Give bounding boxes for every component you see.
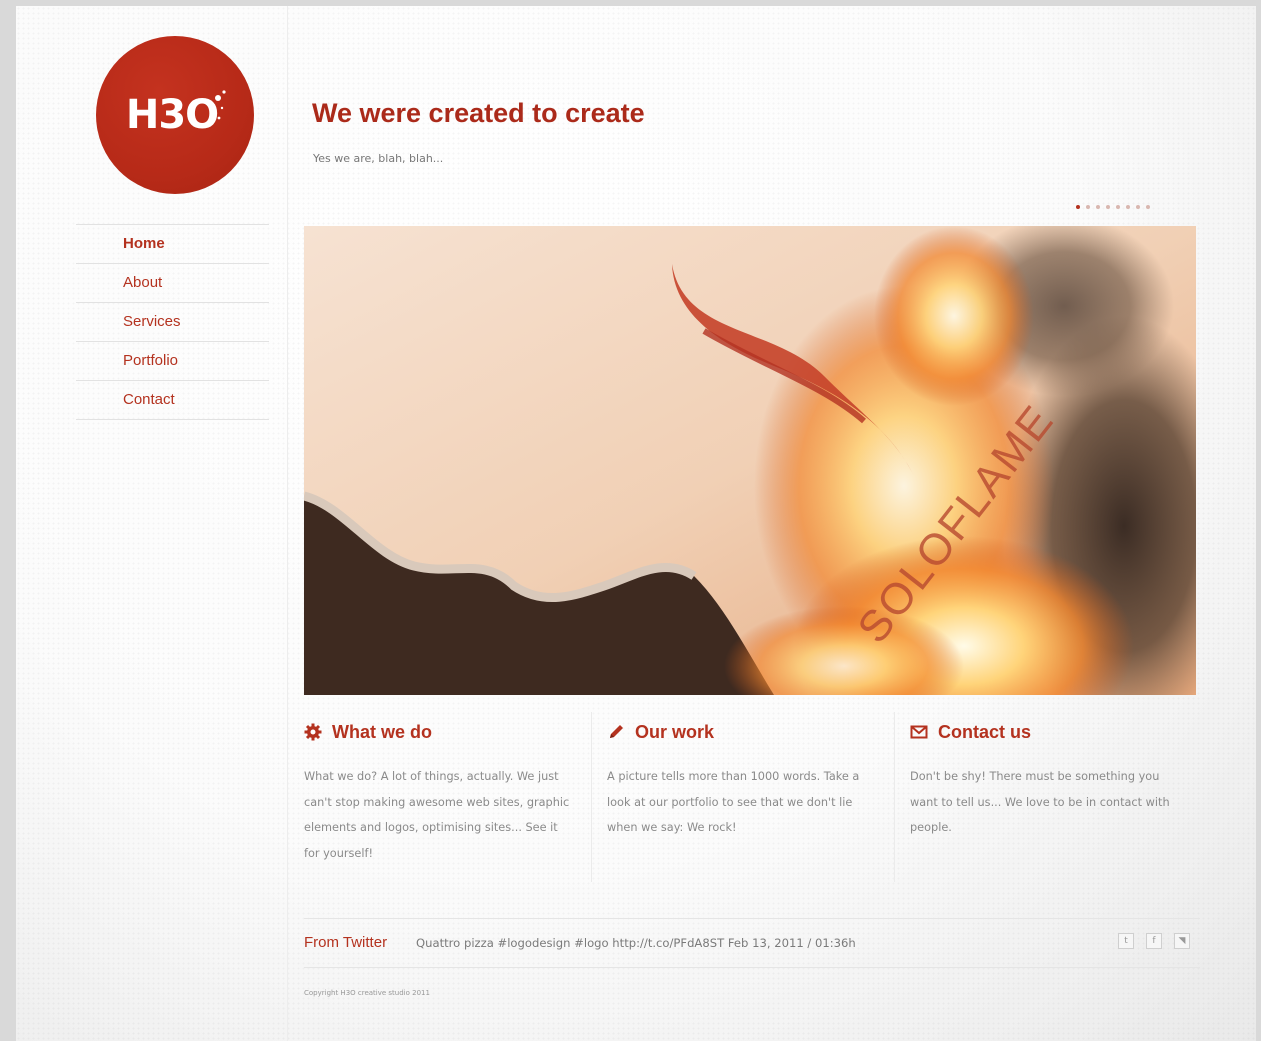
twitter-label[interactable]: From Twitter <box>304 934 387 951</box>
section-title[interactable]: Contact us <box>938 722 1031 743</box>
what-we-do-section: What we do What we do? A lot of things, … <box>304 718 574 866</box>
page: H3O Home About Services Portfolio Contac… <box>16 6 1256 1041</box>
pencil-icon <box>610 725 623 738</box>
envelope-icon <box>910 725 928 739</box>
slider-dot[interactable] <box>1136 205 1140 209</box>
nav-item-home[interactable]: Home <box>76 224 269 263</box>
slider-dot[interactable] <box>1126 205 1130 209</box>
our-work-section: Our work A picture tells more than 1000 … <box>607 718 877 841</box>
nav-item-portfolio[interactable]: Portfolio <box>76 341 269 380</box>
section-text: A picture tells more than 1000 words. Ta… <box>607 770 860 835</box>
slider-dot[interactable] <box>1076 205 1080 209</box>
nav-item-contact[interactable]: Contact <box>76 380 269 420</box>
splash-decoration <box>212 90 226 120</box>
copyright-text: Copyright H3O creative studio 2011 <box>304 989 430 997</box>
column-divider <box>287 6 288 1041</box>
latest-tweet[interactable]: Quattro pizza #logodesign #logo http://t… <box>416 936 856 950</box>
slider-dot[interactable] <box>1086 205 1090 209</box>
contact-us-section: Contact us Don't be shy! There must be s… <box>910 718 1180 841</box>
slider-dot[interactable] <box>1146 205 1150 209</box>
section-title[interactable]: Our work <box>635 722 714 743</box>
nav-item-services[interactable]: Services <box>76 302 269 341</box>
main-nav: Home About Services Portfolio Contact <box>76 224 269 420</box>
twitter-feed-bar: From Twitter Quattro pizza #logodesign #… <box>304 918 1200 968</box>
slider-dot[interactable] <box>1106 205 1110 209</box>
slider-dot[interactable] <box>1096 205 1100 209</box>
rss-icon[interactable]: ◥ <box>1174 933 1190 949</box>
page-subtitle: Yes we are, blah, blah... <box>313 152 444 165</box>
slider-pagination <box>1076 205 1150 209</box>
social-links: t f ◥ <box>1118 933 1190 949</box>
section-text: Don't be shy! There must be something yo… <box>910 770 1170 835</box>
gear-icon <box>304 723 322 741</box>
column-separator <box>591 712 592 882</box>
column-separator <box>894 712 895 882</box>
slider-dot[interactable] <box>1116 205 1120 209</box>
facebook-icon[interactable]: f <box>1146 933 1162 949</box>
page-title: We were created to create <box>312 98 645 128</box>
hero-image-burning-paper[interactable]: SOLOFLAME <box>304 226 1196 695</box>
logo-text: H3O <box>125 92 219 138</box>
section-title[interactable]: What we do <box>332 722 432 743</box>
twitter-icon[interactable]: t <box>1118 933 1134 949</box>
nav-item-about[interactable]: About <box>76 263 269 302</box>
section-text: What we do? A lot of things, actually. W… <box>304 770 570 860</box>
logo[interactable]: H3O <box>96 36 254 194</box>
